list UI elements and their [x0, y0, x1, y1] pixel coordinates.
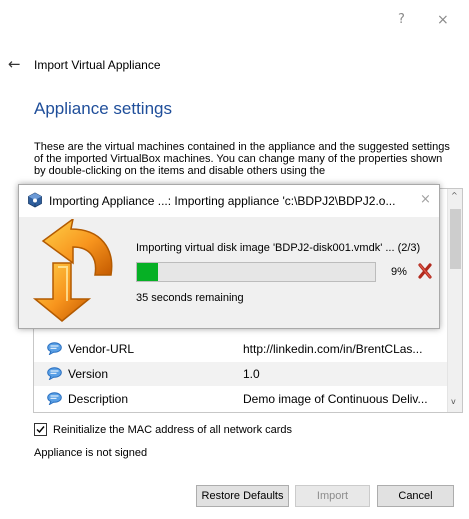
comment-bubble-icon — [47, 392, 62, 405]
property-value[interactable]: 1.0 — [243, 367, 446, 381]
property-value[interactable]: http://linkedin.com/in/BrentCLas... — [243, 342, 446, 356]
virtualbox-icon — [28, 192, 42, 208]
property-key: Version — [68, 367, 109, 381]
comment-bubble-icon — [47, 367, 62, 380]
import-progress-bar — [136, 262, 376, 282]
time-remaining-text: 35 seconds remaining — [136, 292, 244, 304]
page-title: Appliance settings — [34, 99, 172, 118]
signature-status: Appliance is not signed — [34, 447, 148, 459]
virtualbox-import-arrow-icon — [32, 219, 113, 322]
scrollbar-thumb[interactable] — [450, 209, 461, 269]
progress-bar-fill — [137, 263, 158, 281]
property-key: Vendor-URL — [68, 342, 135, 356]
property-key: Description — [68, 392, 129, 406]
import-progress-dialog: Importing Appliance ...: Importing appli… — [18, 184, 440, 329]
progress-dialog-titlebar: Importing Appliance ...: Importing appli… — [19, 185, 439, 217]
progress-percent: 9% — [391, 266, 407, 278]
tree-row[interactable]: Description Demo image of Continuous Del… — [34, 387, 448, 411]
restore-defaults-button[interactable]: Restore Defaults — [196, 485, 289, 507]
mac-reinit-label[interactable]: Reinitialize the MAC address of all netw… — [53, 424, 292, 436]
progress-dialog-close-icon[interactable]: × — [420, 192, 431, 207]
checkmark-icon — [36, 426, 45, 434]
comment-bubble-icon — [47, 342, 62, 355]
back-arrow-icon[interactable]: ← — [8, 55, 21, 73]
scroll-down-icon[interactable]: v — [451, 397, 456, 406]
close-window-button[interactable]: × — [437, 12, 449, 28]
progress-status-text: Importing virtual disk image 'BDPJ2-disk… — [136, 242, 421, 254]
tree-row[interactable]: Vendor-URL http://linkedin.com/in/BrentC… — [34, 337, 448, 361]
progress-dialog-title: Importing Appliance ...: Importing appli… — [49, 194, 396, 208]
import-button[interactable]: Import — [295, 485, 370, 507]
mac-reinit-checkbox[interactable] — [34, 423, 47, 436]
page-description: These are the virtual machines contained… — [34, 141, 450, 177]
mac-reinit-option[interactable]: Reinitialize the MAC address of all netw… — [34, 423, 292, 436]
tree-row[interactable]: Version 1.0 — [34, 362, 448, 386]
property-value[interactable]: Demo image of Continuous Deliv... — [243, 392, 446, 406]
red-x-cancel-icon[interactable] — [417, 262, 433, 280]
wizard-title: Import Virtual Appliance — [34, 58, 161, 72]
tree-scrollbar[interactable]: ^ v — [447, 189, 462, 412]
cancel-button[interactable]: Cancel — [377, 485, 454, 507]
scroll-up-icon[interactable]: ^ — [451, 191, 458, 200]
help-button[interactable]: ? — [398, 12, 405, 27]
